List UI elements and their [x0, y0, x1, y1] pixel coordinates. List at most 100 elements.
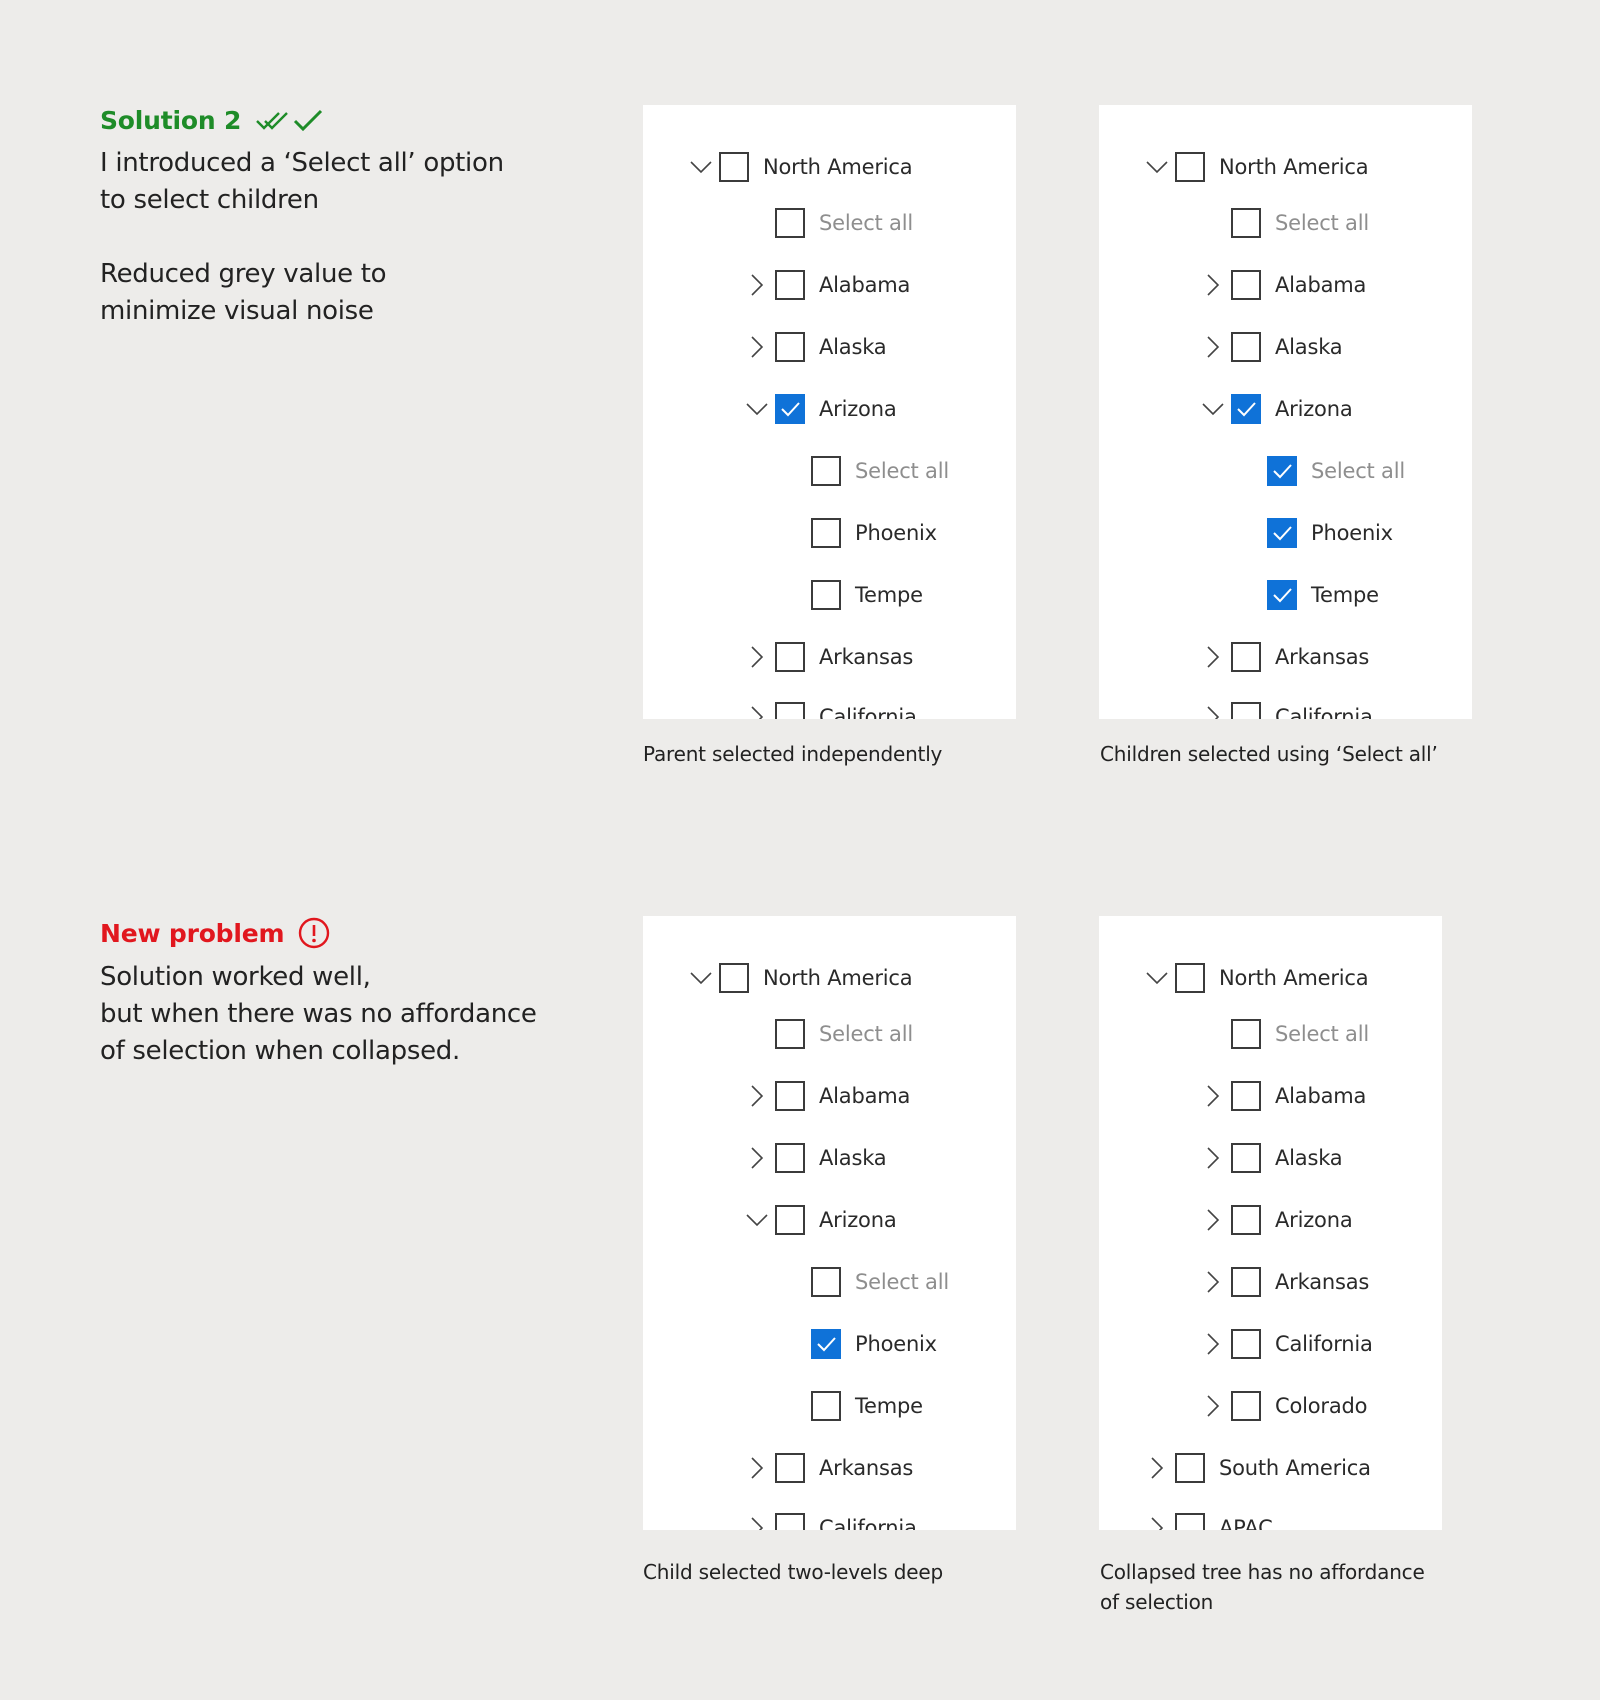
tree-item-select-all[interactable]: Select all — [1099, 1018, 1442, 1050]
checkbox[interactable] — [775, 1205, 805, 1235]
tree-item-select-all[interactable]: Select all — [643, 1018, 1016, 1050]
checkbox[interactable] — [1231, 332, 1261, 362]
tree-item-alaska[interactable]: Alaska — [643, 1142, 1016, 1174]
checkbox[interactable] — [1231, 1329, 1261, 1359]
tree-item-arkansas[interactable]: Arkansas — [1099, 1266, 1442, 1298]
tree-item-arizona[interactable]: Arizona — [643, 393, 1016, 425]
checkbox[interactable] — [1231, 702, 1261, 719]
tree-item-arizona[interactable]: Arizona — [1099, 393, 1472, 425]
checkbox[interactable] — [775, 702, 805, 719]
chevron-down-icon[interactable] — [1145, 155, 1169, 179]
chevron-down-icon[interactable] — [745, 1208, 769, 1232]
chevron-right-icon[interactable] — [1201, 1084, 1225, 1108]
chevron-right-icon[interactable] — [1145, 1516, 1169, 1530]
tree-item-alabama[interactable]: Alabama — [1099, 269, 1472, 301]
chevron-right-icon[interactable] — [1201, 273, 1225, 297]
chevron-right-icon[interactable] — [745, 1146, 769, 1170]
checkbox[interactable] — [1231, 1205, 1261, 1235]
checkbox[interactable] — [1231, 1391, 1261, 1421]
checkbox[interactable] — [1231, 1019, 1261, 1049]
tree-item-alabama[interactable]: Alabama — [643, 269, 1016, 301]
checkbox[interactable] — [719, 152, 749, 182]
checkbox[interactable] — [775, 394, 805, 424]
checkbox[interactable] — [811, 1329, 841, 1359]
tree-item-california[interactable]: California — [1099, 1328, 1442, 1360]
tree-item-alabama[interactable]: Alabama — [1099, 1080, 1442, 1112]
checkbox[interactable] — [1175, 1513, 1205, 1530]
checkbox[interactable] — [719, 963, 749, 993]
checkbox[interactable] — [1231, 642, 1261, 672]
tree-item-phoenix[interactable]: Phoenix — [643, 1328, 1016, 1360]
tree-item-select-all[interactable]: Select all — [643, 1266, 1016, 1298]
chevron-right-icon[interactable] — [745, 1456, 769, 1480]
tree-item-north-america[interactable]: North America — [1099, 151, 1472, 183]
checkbox[interactable] — [775, 1019, 805, 1049]
checkbox[interactable] — [1267, 580, 1297, 610]
tree-item-alabama[interactable]: Alabama — [643, 1080, 1016, 1112]
chevron-right-icon[interactable] — [745, 273, 769, 297]
checkbox[interactable] — [1231, 1081, 1261, 1111]
chevron-down-icon[interactable] — [1201, 397, 1225, 421]
checkbox[interactable] — [1175, 152, 1205, 182]
chevron-right-icon[interactable] — [745, 645, 769, 669]
chevron-right-icon[interactable] — [745, 705, 769, 719]
chevron-right-icon[interactable] — [745, 335, 769, 359]
checkbox[interactable] — [775, 332, 805, 362]
chevron-right-icon[interactable] — [745, 1516, 769, 1530]
tree-item-phoenix[interactable]: Phoenix — [1099, 517, 1472, 549]
checkbox[interactable] — [1267, 518, 1297, 548]
tree-item-california[interactable]: California — [1099, 701, 1472, 719]
checkbox[interactable] — [775, 1453, 805, 1483]
checkbox[interactable] — [1267, 456, 1297, 486]
checkbox[interactable] — [811, 1267, 841, 1297]
checkbox[interactable] — [1231, 270, 1261, 300]
tree-item-north-america[interactable]: North America — [643, 962, 1016, 994]
tree-item-california[interactable]: California — [643, 1512, 1016, 1530]
chevron-right-icon[interactable] — [1201, 1394, 1225, 1418]
chevron-right-icon[interactable] — [1201, 645, 1225, 669]
checkbox[interactable] — [775, 642, 805, 672]
chevron-right-icon[interactable] — [1145, 1456, 1169, 1480]
checkbox[interactable] — [811, 1391, 841, 1421]
chevron-right-icon[interactable] — [1201, 1146, 1225, 1170]
tree-item-select-all[interactable]: Select all — [643, 207, 1016, 239]
tree-item-north-america[interactable]: North America — [643, 151, 1016, 183]
chevron-right-icon[interactable] — [1201, 1270, 1225, 1294]
tree-item-north-america[interactable]: North America — [1099, 962, 1442, 994]
checkbox[interactable] — [1175, 963, 1205, 993]
chevron-down-icon[interactable] — [1145, 966, 1169, 990]
tree-item-tempe[interactable]: Tempe — [1099, 579, 1472, 611]
checkbox[interactable] — [775, 208, 805, 238]
tree-item-tempe[interactable]: Tempe — [643, 579, 1016, 611]
chevron-down-icon[interactable] — [745, 397, 769, 421]
checkbox[interactable] — [1231, 208, 1261, 238]
checkbox[interactable] — [1175, 1453, 1205, 1483]
tree-item-select-all[interactable]: Select all — [1099, 207, 1472, 239]
tree-item-south-america[interactable]: South America — [1099, 1452, 1442, 1484]
checkbox[interactable] — [811, 456, 841, 486]
chevron-right-icon[interactable] — [1201, 1332, 1225, 1356]
checkbox[interactable] — [811, 518, 841, 548]
checkbox[interactable] — [775, 1513, 805, 1530]
tree-item-arkansas[interactable]: Arkansas — [1099, 641, 1472, 673]
tree-item-phoenix[interactable]: Phoenix — [643, 517, 1016, 549]
tree-item-alaska[interactable]: Alaska — [643, 331, 1016, 363]
checkbox[interactable] — [1231, 394, 1261, 424]
checkbox[interactable] — [775, 1143, 805, 1173]
tree-item-arkansas[interactable]: Arkansas — [643, 641, 1016, 673]
checkbox[interactable] — [775, 270, 805, 300]
chevron-right-icon[interactable] — [1201, 335, 1225, 359]
tree-item-apac[interactable]: APAC — [1099, 1512, 1442, 1530]
checkbox[interactable] — [1231, 1143, 1261, 1173]
chevron-right-icon[interactable] — [745, 1084, 769, 1108]
tree-item-tempe[interactable]: Tempe — [643, 1390, 1016, 1422]
tree-item-colorado[interactable]: Colorado — [1099, 1390, 1442, 1422]
chevron-down-icon[interactable] — [689, 966, 713, 990]
checkbox[interactable] — [775, 1081, 805, 1111]
checkbox[interactable] — [811, 580, 841, 610]
tree-item-alaska[interactable]: Alaska — [1099, 331, 1472, 363]
tree-item-alaska[interactable]: Alaska — [1099, 1142, 1442, 1174]
tree-item-select-all[interactable]: Select all — [1099, 455, 1472, 487]
chevron-right-icon[interactable] — [1201, 1208, 1225, 1232]
chevron-right-icon[interactable] — [1201, 705, 1225, 719]
